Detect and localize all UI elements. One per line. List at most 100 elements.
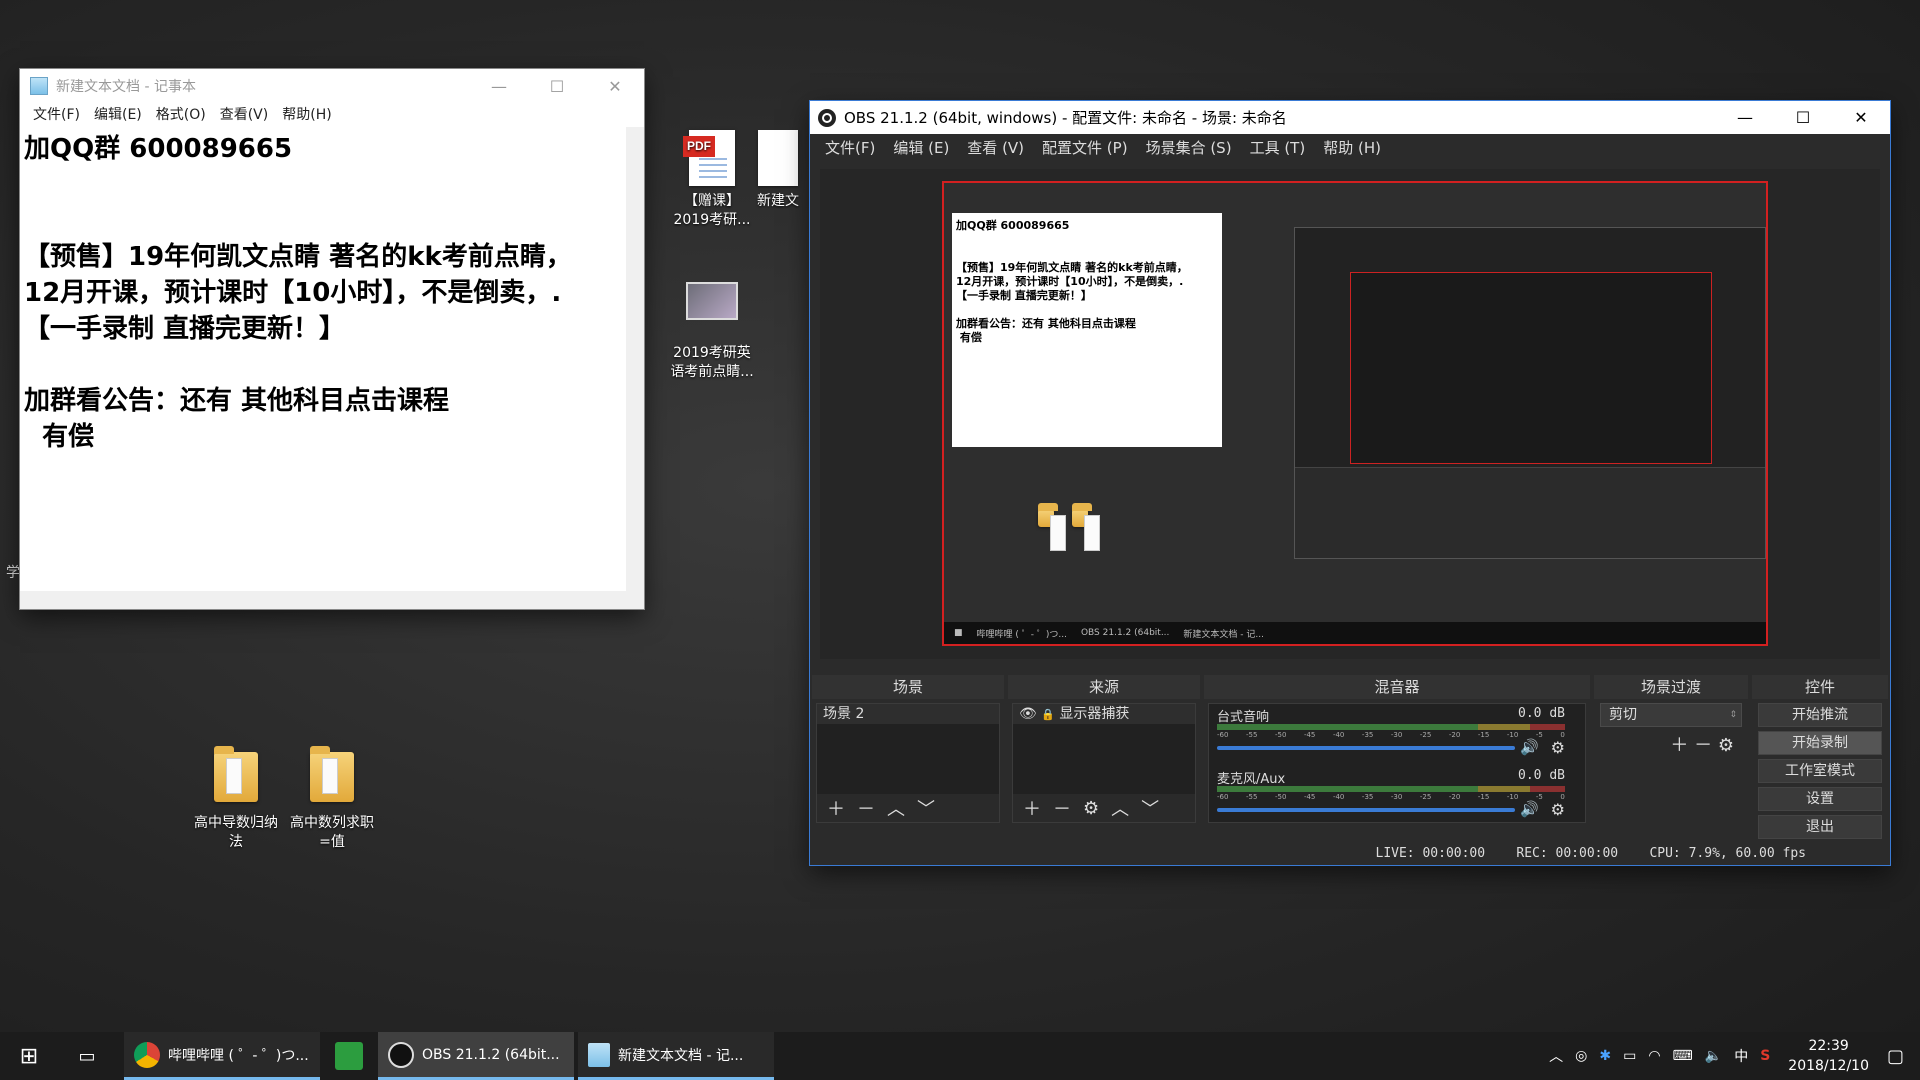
vertical-scrollbar[interactable] [626,127,644,591]
clock[interactable]: 22:39 2018/12/10 [1788,1036,1869,1076]
sources-header: 来源 [1008,675,1200,699]
chevron-down-icon[interactable]: ﹀ [917,795,935,821]
gear-icon[interactable]: ⚙ [1551,800,1565,819]
battery-icon[interactable]: ▭ [1623,1048,1636,1064]
taskbar-task-label: 哔哩哔哩 ( ゜- ゜)つ... [168,1047,309,1064]
live-status: LIVE: 00:00:00 [1375,846,1486,861]
desktop-edge-text: 学 [6,565,20,581]
mixer-channel: 麦克风/Aux 0.0 dB -60 -55 -50 -45 -40 -35 -30 -25-… [1213,766,1573,824]
exit-button[interactable]: 退出 [1758,815,1882,839]
add-icon[interactable]: ＋ [1023,795,1041,821]
menu-format[interactable]: 格式(O) [149,104,213,124]
obs-menu-view[interactable]: 查看 (V) [958,137,1033,158]
chevron-up-icon[interactable]: ︿ [1549,1046,1563,1066]
notepad-text-area[interactable]: 加QQ群 600089665 【预售】19年何凯文点睛 著名的kk考前点睛， 1… [20,127,624,591]
desktop-icon-label: 2019考研英 语考前点睛... [670,345,754,380]
task-view-button[interactable]: ▭ [58,1032,116,1080]
start-button[interactable]: ⊞ [0,1032,58,1080]
notepad-window[interactable]: 新建文本文档 - 记事本 — ☐ ✕ 文件(F) 编辑(E) 格式(O) 查看(… [20,69,644,609]
obs-menu-scene-collection[interactable]: 场景集合 (S) [1137,137,1241,158]
chrome-icon [134,1041,160,1068]
chevron-up-icon[interactable]: ︿ [887,795,905,821]
horizontal-scrollbar[interactable] [20,591,644,609]
desktop-icon-pdf[interactable]: PDF 【赠课】 2019考研... [664,130,760,230]
remove-icon[interactable]: － [1694,735,1712,756]
menu-view[interactable]: 查看(V) [213,104,276,124]
transitions-dock: 场景过渡 剪切 ⇕ ＋ － ⚙ [1594,675,1748,823]
maximize-button[interactable]: ☐ [1774,101,1832,135]
obs-menu-help[interactable]: 帮助 (H) [1314,137,1390,158]
source-item[interactable]: 👁 🔒 显示器捕获 [1013,704,1195,724]
taskbar-pinned-app[interactable] [320,1032,378,1080]
desktop-icon-textfile[interactable]: 新建文 [748,130,808,211]
cpu-status: CPU: 7.9%, 60.00 fps [1649,846,1806,861]
transition-select[interactable]: 剪切 ⇕ [1600,703,1742,727]
mixer-dock: 混音器 台式音响 0.0 dB -60 -55 -50 -45 -40 -35 -30 -25… [1204,675,1590,823]
gear-icon[interactable]: ⚙ [1083,798,1099,819]
minimize-button[interactable]: — [470,69,528,103]
maximize-button[interactable]: ☐ [528,69,586,103]
start-recording-button[interactable]: 开始录制 [1758,731,1882,755]
taskbar-task-label: 新建文本文档 - 记... [618,1047,744,1064]
gear-icon[interactable]: ⚙ [1551,738,1565,757]
obs-tray-icon[interactable]: ◎ [1575,1048,1587,1064]
mini-task: OBS 21.1.2 (64bit... [1080,628,1170,638]
chevron-down-icon[interactable]: ﹀ [1141,795,1159,821]
taskbar-task-obs[interactable]: OBS 21.1.2 (64bit... [378,1032,574,1080]
bluetooth-icon[interactable]: ✱ [1599,1048,1611,1064]
obs-window[interactable]: OBS 21.1.2 (64bit, windows) - 配置文件: 未命名 … [810,101,1890,865]
volume-slider[interactable] [1217,746,1515,750]
obs-statusbar: LIVE: 00:00:00 REC: 00:00:00 CPU: 7.9%, … [810,843,1890,865]
settings-button[interactable]: 设置 [1758,787,1882,811]
obs-menu-file[interactable]: 文件(F) [816,137,884,158]
desktop-icon-video[interactable]: 2019考研英 语考前点睛... [664,272,760,382]
wifi-icon[interactable]: ◠ [1648,1048,1660,1064]
scenes-header: 场景 [812,675,1004,699]
scenes-list[interactable]: 场景 2 ＋ － ︿ ﹀ [816,703,1000,823]
notepad-titlebar[interactable]: 新建文本文档 - 记事本 — ☐ ✕ [20,69,644,103]
obs-menu-profile[interactable]: 配置文件 (P) [1033,137,1137,158]
taskbar-task-notepad[interactable]: 新建文本文档 - 记... [578,1032,774,1080]
desktop-icon-folder-1[interactable]: 高中导数归纳 法 [188,746,284,852]
add-icon[interactable]: ＋ [1670,735,1688,756]
sogou-ime-icon[interactable]: S [1760,1048,1770,1064]
mini-task: 新建文本文档 - 记... [1183,629,1264,640]
menu-help[interactable]: 帮助(H) [275,104,338,124]
gear-icon[interactable]: ⚙ [1718,735,1734,756]
preview-canvas[interactable]: 加QQ群 600089665 【预售】19年何凯文点睛 著名的kk考前点睛， 1… [942,181,1768,646]
start-streaming-button[interactable]: 开始推流 [1758,703,1882,727]
add-icon[interactable]: ＋ [827,795,845,821]
minimize-button[interactable]: — [1716,101,1774,135]
desktop-icon-folder-2[interactable]: 高中数列求职 =值 [284,746,380,852]
close-button[interactable]: ✕ [1832,101,1890,135]
volume-slider[interactable] [1217,808,1515,812]
menu-edit[interactable]: 编辑(E) [87,104,149,124]
speaker-icon[interactable]: 🔊 [1520,738,1539,756]
obs-menu-tools[interactable]: 工具 (T) [1241,137,1315,158]
remove-icon[interactable]: － [857,795,875,821]
eye-icon[interactable]: 👁 [1019,706,1037,722]
scene-item[interactable]: 场景 2 [817,704,999,724]
volume-icon[interactable]: 🔈 [1705,1048,1722,1064]
channel-name: 台式音响 [1217,710,1270,725]
studio-mode-button[interactable]: 工作室模式 [1758,759,1882,783]
ime-indicator[interactable]: 中 [1734,1046,1748,1066]
speaker-icon[interactable]: 🔊 [1520,800,1539,818]
folder-icon [214,746,258,802]
taskbar-task-chrome[interactable]: 哔哩哔哩 ( ゜- ゜)つ... [124,1032,320,1080]
notepad-title: 新建文本文档 - 记事本 [56,79,196,95]
sources-list[interactable]: 👁 🔒 显示器捕获 ＋ － ⚙ ︿ ﹀ [1012,703,1196,823]
close-button[interactable]: ✕ [586,69,644,103]
keyboard-icon[interactable]: ⌨ [1673,1048,1693,1064]
notification-icon[interactable]: ▢ [1887,1046,1904,1067]
chevron-up-icon[interactable]: ︿ [1111,795,1129,821]
task-view-icon: ▭ [78,1045,96,1067]
obs-titlebar[interactable]: OBS 21.1.2 (64bit, windows) - 配置文件: 未命名 … [810,101,1890,134]
mini-task: 哔哩哔哩 ( ゜- ゜)つ... [976,629,1067,640]
lock-icon[interactable]: 🔒 [1041,708,1055,721]
obs-menu-edit[interactable]: 编辑 (E) [884,137,958,158]
remove-icon[interactable]: － [1053,795,1071,821]
obs-logo-icon [818,108,836,127]
clock-date: 2018/12/10 [1788,1058,1869,1074]
menu-file[interactable]: 文件(F) [26,104,87,124]
